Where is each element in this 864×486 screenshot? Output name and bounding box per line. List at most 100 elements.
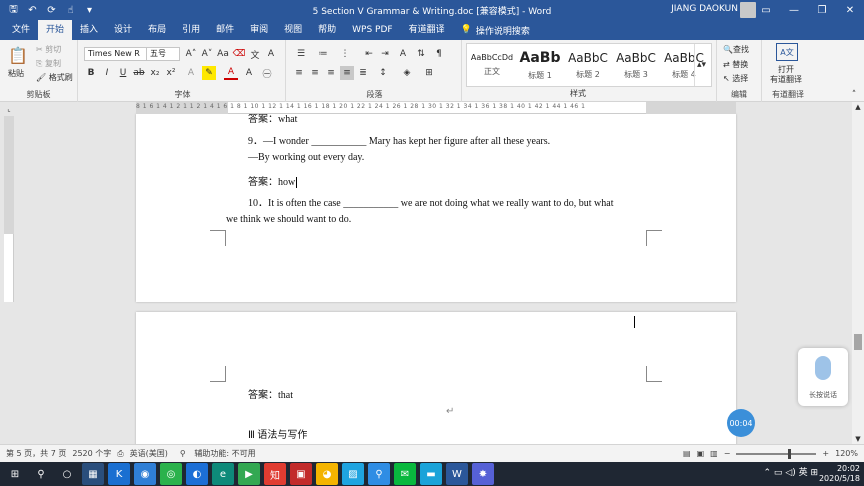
media-player-icon[interactable]: ▶ — [238, 463, 260, 485]
recording-timer[interactable]: 00:04 — [727, 409, 755, 437]
ribbon-display-icon[interactable]: ▭ — [752, 0, 780, 20]
show-marks-icon[interactable]: ¶ — [432, 47, 446, 61]
scroll-up-icon[interactable]: ▲ — [853, 102, 863, 112]
proofing-icon[interactable]: ⎙ — [117, 449, 123, 459]
touch-mode-icon[interactable]: ☝ — [61, 0, 80, 20]
tab-stop-selector[interactable]: ⌞ — [4, 104, 14, 114]
char-border-icon[interactable]: A — [264, 47, 278, 61]
find-button[interactable]: 🔍查找 — [723, 44, 749, 55]
replace-button[interactable]: ⇄ 替换 — [723, 59, 748, 70]
strikethrough-icon[interactable]: ab — [132, 66, 146, 80]
tab-help[interactable]: 帮助 — [310, 20, 344, 40]
tab-view[interactable]: 视图 — [276, 20, 310, 40]
app-green-icon[interactable]: ◎ — [160, 463, 182, 485]
shading-icon[interactable]: ◈ — [398, 66, 416, 80]
app-dark-red-icon[interactable]: ▣ — [290, 463, 312, 485]
tab-wps-pdf[interactable]: WPS PDF — [344, 20, 400, 40]
tab-design[interactable]: 设计 — [106, 20, 140, 40]
zoom-out-icon[interactable]: − — [724, 449, 731, 458]
app-cyan-icon[interactable]: ▨ — [342, 463, 364, 485]
copy-button[interactable]: ⎘ 复制 — [36, 58, 61, 69]
start-icon[interactable]: ⊞ — [4, 463, 26, 485]
search-icon[interactable]: ⚲ — [30, 463, 52, 485]
italic-icon[interactable]: I — [100, 66, 114, 80]
shrink-font-icon[interactable]: A˅ — [200, 47, 214, 61]
select-button[interactable]: ↖ 选择 — [723, 73, 748, 84]
browser-icon[interactable]: ◐ — [186, 463, 208, 485]
tell-me-search[interactable]: 💡 操作说明搜索 — [453, 24, 538, 37]
style-heading-2[interactable]: AaBbC 标题 2 — [565, 44, 611, 86]
increase-indent-icon[interactable]: ⇥ — [378, 47, 392, 61]
horizontal-ruler[interactable]: 8 1 6 1 4 1 2 1 1 2 1 4 1 6 1 8 1 10 1 1… — [136, 102, 736, 114]
align-center-icon[interactable]: ≡ — [308, 66, 322, 80]
cortana-icon[interactable]: ○ — [56, 463, 78, 485]
language-status[interactable]: 英语(美国) — [130, 448, 168, 459]
app-k-icon[interactable]: K — [108, 463, 130, 485]
zoom-in-icon[interactable]: + — [822, 449, 829, 458]
cut-button[interactable]: ✂ 剪切 — [36, 44, 61, 55]
wechat-icon[interactable]: ✉ — [394, 463, 416, 485]
undo-icon[interactable]: ↶ — [23, 0, 42, 20]
multilevel-list-icon[interactable]: ⋮ — [336, 47, 354, 61]
tab-insert[interactable]: 插入 — [72, 20, 106, 40]
underline-icon[interactable]: U — [116, 66, 130, 80]
zoom-slider-thumb[interactable] — [788, 448, 792, 459]
vertical-scrollbar[interactable]: ▲ ▼ — [852, 102, 864, 444]
align-left-icon[interactable]: ≡ — [292, 66, 306, 80]
vertical-ruler[interactable] — [4, 116, 14, 302]
style-normal[interactable]: AaBbCcDd 正文 — [469, 44, 515, 86]
zoom-level[interactable]: 120% — [835, 449, 858, 458]
app-search-icon[interactable]: ⚲ — [368, 463, 390, 485]
paste-icon[interactable]: 📋 — [6, 44, 30, 66]
superscript-icon[interactable]: x² — [164, 66, 178, 80]
close-button[interactable]: ✕ — [836, 0, 864, 20]
scroll-thumb[interactable] — [854, 334, 862, 350]
font-size-dropdown[interactable]: 五号 — [146, 47, 180, 61]
subscript-icon[interactable]: x₂ — [148, 66, 162, 80]
borders-icon[interactable]: ⊞ — [420, 66, 438, 80]
clear-format-icon[interactable]: ⌫ — [232, 47, 246, 61]
numbering-icon[interactable]: ≔ — [314, 47, 332, 61]
align-right-icon[interactable]: ≡ — [324, 66, 338, 80]
tab-layout[interactable]: 布局 — [140, 20, 174, 40]
bullets-icon[interactable]: ☰ — [292, 47, 310, 61]
minimize-button[interactable]: — — [780, 0, 808, 20]
style-heading-1[interactable]: AaBb 标题 1 — [517, 44, 563, 86]
grow-font-icon[interactable]: A˄ — [184, 47, 198, 61]
sort-icon[interactable]: ⇅ — [414, 47, 428, 61]
youdao-translate-button[interactable]: 有道翻译 — [770, 74, 802, 85]
voice-input-widget[interactable]: 长按说话 — [798, 348, 848, 406]
web-layout-icon[interactable]: ▥ — [710, 449, 718, 458]
bold-icon[interactable]: B — [84, 66, 98, 80]
app-red-icon[interactable]: 知 — [264, 463, 286, 485]
read-mode-icon[interactable]: ▤ — [683, 449, 691, 458]
chinese-layout-icon[interactable]: A — [396, 47, 410, 61]
page-1[interactable]: 答案：what 9．—I wonder ___________ Mary has… — [136, 114, 736, 302]
app-purple-icon[interactable]: ✸ — [472, 463, 494, 485]
app-blue-icon[interactable]: ◉ — [134, 463, 156, 485]
justify-icon[interactable]: ≡ — [340, 66, 354, 80]
styles-scroll-icon[interactable]: ▴▾ — [694, 44, 708, 86]
decrease-indent-icon[interactable]: ⇤ — [362, 47, 376, 61]
highlight-icon[interactable]: ✎ — [202, 66, 216, 80]
format-painter-button[interactable]: 🖌 格式刷 — [36, 72, 73, 83]
distributed-icon[interactable]: ≣ — [356, 66, 370, 80]
redo-icon[interactable]: ⟳ — [42, 0, 61, 20]
scroll-down-icon[interactable]: ▼ — [853, 434, 863, 444]
enclose-char-icon[interactable]: ㊀ — [260, 66, 274, 80]
text-effects-icon[interactable]: A — [184, 66, 198, 80]
style-heading-3[interactable]: AaBbC 标题 3 — [613, 44, 659, 86]
page-count[interactable]: 第 5 页，共 7 页 — [6, 448, 66, 459]
translate-icon[interactable]: A文 — [776, 43, 798, 61]
line-spacing-icon[interactable]: ↕ — [374, 66, 392, 80]
tab-mailings[interactable]: 邮件 — [208, 20, 242, 40]
font-color-icon[interactable]: A — [224, 66, 238, 80]
word-icon[interactable]: W — [446, 463, 468, 485]
tab-file[interactable]: 文件 — [4, 20, 38, 40]
phonetic-guide-icon[interactable]: 文 — [248, 47, 262, 61]
maximize-button[interactable]: ❐ — [808, 0, 836, 20]
tab-home[interactable]: 开始 — [38, 20, 73, 40]
task-view-icon[interactable]: ▦ — [82, 463, 104, 485]
case-icon[interactable]: Aa — [216, 47, 230, 61]
char-shading-icon[interactable]: A — [242, 66, 256, 80]
